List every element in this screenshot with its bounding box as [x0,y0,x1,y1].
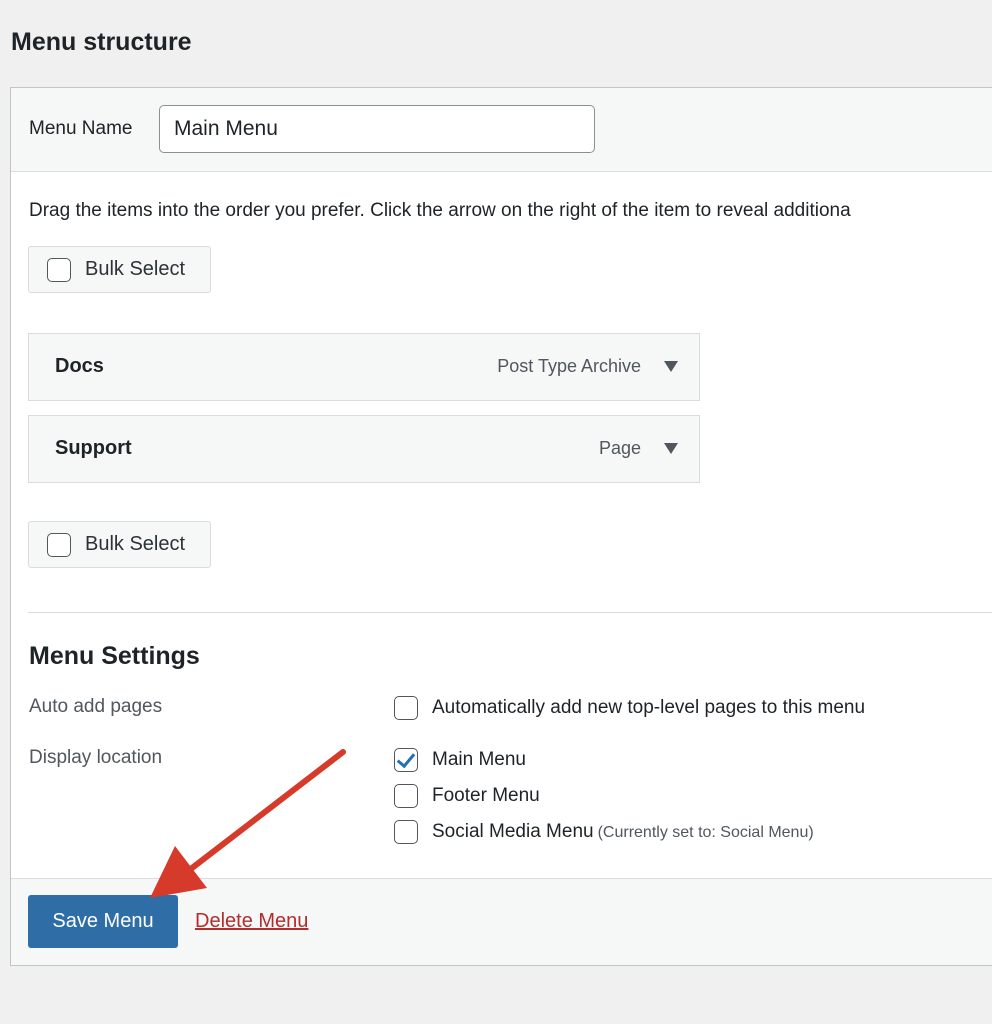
settings-divider [28,612,992,613]
auto-add-pages-label: Auto add pages [29,696,163,717]
social-media-menu-text: Social Media Menu (Currently set to: Soci… [432,821,814,843]
menu-item-title: Support [55,437,132,459]
display-location-label: Display location [29,747,163,768]
triangle-down-icon[interactable] [664,361,678,372]
menu-item-type: Page [598,438,641,458]
drag-instructions: Drag the items into the order you prefer… [29,200,851,221]
bulk-select-label: Bulk Select [85,533,186,555]
delete-menu-link[interactable]: Delete Menu [195,910,308,933]
bulk-select-checkbox[interactable] [47,533,71,557]
main-menu-label: Main Menu [432,749,526,770]
social-media-menu-checkbox[interactable] [394,820,418,844]
social-media-menu-note: (Currently set to: Social Menu) [597,824,814,841]
menu-settings-title: Menu Settings [29,642,200,670]
menu-name-input[interactable] [159,105,595,153]
auto-add-pages-text: Automatically add new top-level pages to… [432,697,866,718]
bulk-select-checkbox[interactable] [47,258,71,282]
bulk-select-button-bottom[interactable]: Bulk Select [28,521,211,568]
footer-menu-checkbox[interactable] [394,784,418,808]
menu-name-label: Menu Name [29,118,133,139]
save-menu-button[interactable]: Save Menu [28,895,178,948]
page-title: Menu structure [11,28,192,56]
social-media-menu-label: Social Media Menu [432,821,594,842]
menu-item-title: Docs [55,355,104,377]
menu-item-docs[interactable]: Docs Post Type Archive [28,333,700,401]
auto-add-pages-checkbox[interactable] [394,696,418,720]
menu-name-bar: Menu Name [11,88,992,172]
checkmark-icon [396,748,416,769]
menu-item-type: Post Type Archive [497,356,641,376]
bulk-select-label: Bulk Select [85,258,186,280]
triangle-down-icon[interactable] [664,443,678,454]
menu-item-support[interactable]: Support Page [28,415,700,483]
bulk-select-button-top[interactable]: Bulk Select [28,246,211,293]
menu-edit-panel: Menu Name Drag the items into the order … [10,87,992,966]
menu-footer-bar: Save Menu Delete Menu [11,878,992,965]
main-menu-checkbox[interactable] [394,748,418,772]
footer-menu-label: Footer Menu [432,785,540,806]
